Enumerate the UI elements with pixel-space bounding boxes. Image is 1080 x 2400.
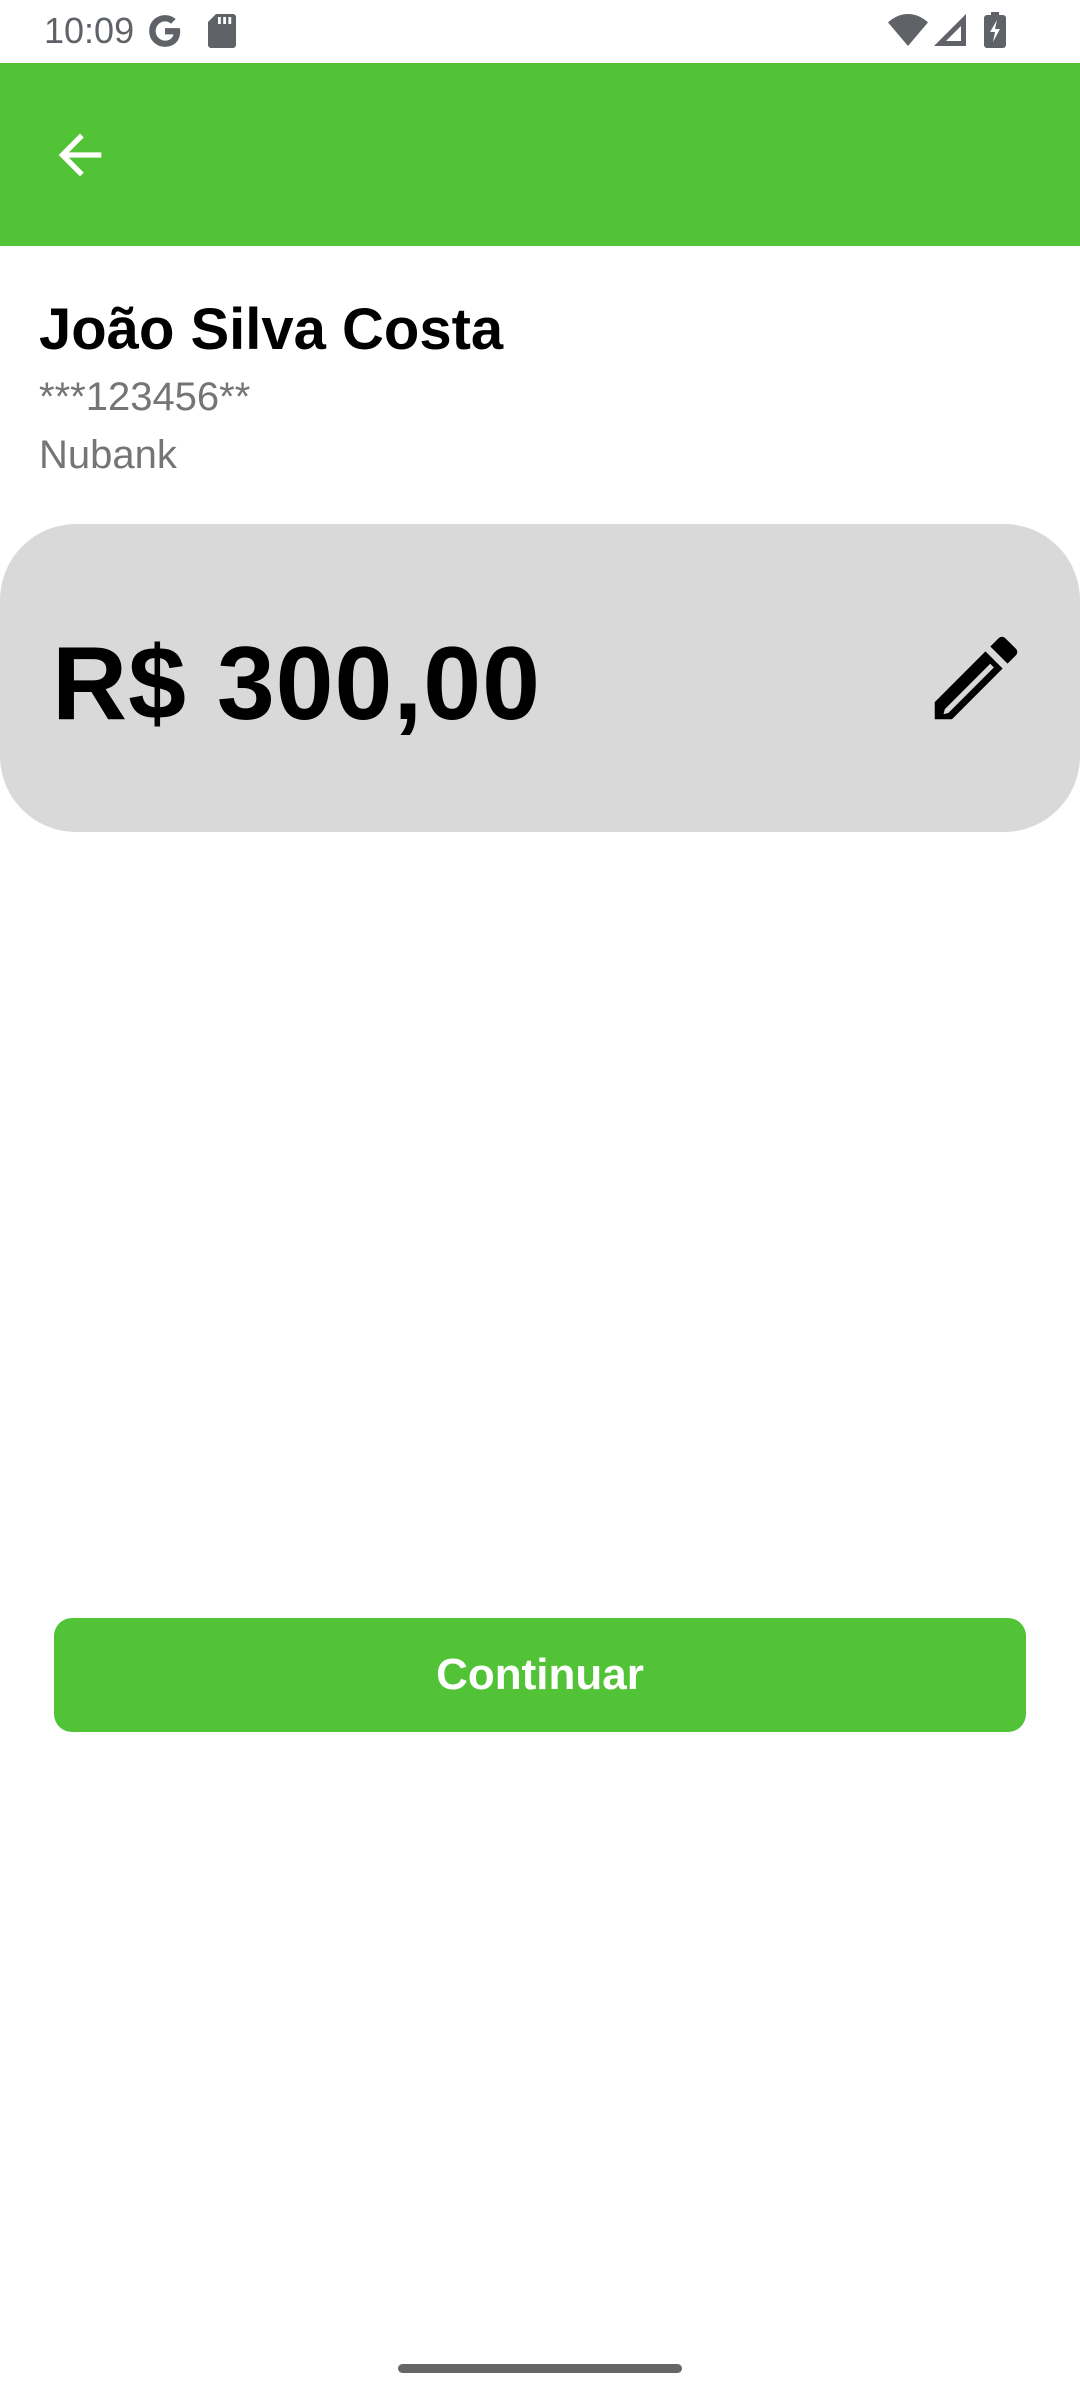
continue-button[interactable]: Continuar	[54, 1618, 1026, 1732]
recipient-document: ***123456**	[39, 375, 251, 419]
edit-amount-button[interactable]	[918, 620, 1034, 736]
recipient-name: João Silva Costa	[39, 297, 504, 362]
wifi-icon	[888, 14, 928, 46]
amount-card: R$ 300,00	[0, 524, 1080, 832]
gesture-nav-handle[interactable]	[398, 2364, 682, 2373]
status-bar: 10:09	[0, 0, 1080, 63]
recipient-info: João Silva Costa ***123456** Nubank	[39, 290, 1039, 484]
sd-card-icon	[208, 14, 236, 48]
recipient-bank: Nubank	[39, 433, 177, 477]
pix-transfer-screen: 10:09 João Silva Costa ***123456** Nuban…	[0, 0, 1080, 2400]
arrow-back-icon	[58, 133, 102, 177]
pencil-icon	[934, 636, 1018, 720]
battery-charging-icon	[984, 12, 1006, 48]
status-time: 10:09	[44, 10, 135, 51]
amount-value: R$ 300,00	[52, 626, 541, 742]
signal-icon	[934, 14, 966, 46]
google-icon	[149, 15, 181, 47]
app-bar	[0, 63, 1080, 246]
back-button[interactable]	[44, 119, 116, 191]
